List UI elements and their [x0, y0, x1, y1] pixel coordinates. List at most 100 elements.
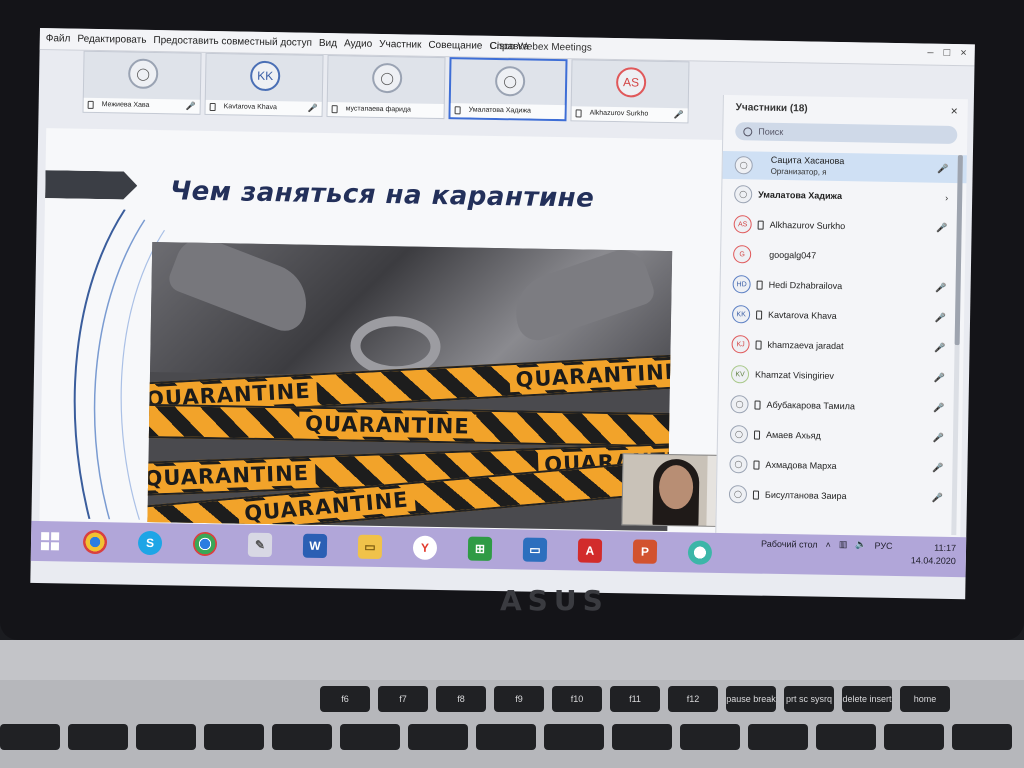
menu-view[interactable]: Вид — [319, 38, 337, 49]
participant-row[interactable]: ◯ Абубакарова Тамила 🎤 — [718, 389, 962, 423]
phone-icon — [575, 109, 582, 118]
participant-row[interactable]: ◯ Бисултанова Заира 🎤 — [717, 479, 961, 513]
asus-logo: ASUS — [500, 584, 609, 617]
phone-icon — [454, 106, 461, 115]
powerpoint-app[interactable]: P — [622, 533, 669, 570]
key-prtsc[interactable]: prt sc sysrq — [784, 686, 834, 712]
skype-app[interactable]: S — [127, 525, 174, 562]
key[interactable] — [0, 724, 60, 750]
desktop-toolbar[interactable]: Рабочий стол — [761, 538, 818, 549]
participant-row[interactable]: G googalg047 — [721, 239, 965, 273]
key-home[interactable]: home — [900, 686, 950, 712]
key[interactable] — [748, 724, 808, 750]
phone-icon — [757, 220, 764, 230]
chrome-icon — [192, 531, 218, 557]
explorer-app[interactable]: ▭ — [347, 528, 394, 565]
start-button[interactable] — [37, 528, 63, 554]
key-f11[interactable]: f11 — [610, 686, 660, 712]
key[interactable] — [544, 724, 604, 750]
tile-name: Kavtarova Khava — [223, 103, 278, 112]
participant-row[interactable]: KV Khamzat Visingiriev 🎤 — [719, 359, 963, 393]
mic-muted-icon[interactable]: 🎤 — [937, 163, 948, 174]
participant-row[interactable]: AS Alkhazurov Surkho 🎤 — [721, 209, 965, 243]
mic-muted-icon[interactable]: 🎤 — [933, 402, 944, 413]
phone-icon — [754, 400, 761, 410]
participant-row-host[interactable]: ◯ Сацита Хасанова Организатор, я 🎤 — [722, 150, 967, 184]
video-tile[interactable]: ◯ мустапаева фарида — [326, 55, 446, 120]
mic-muted-icon[interactable]: 🎤 — [935, 312, 946, 323]
chrome-canary-app[interactable] — [72, 524, 119, 561]
store-app[interactable]: ⊞ — [457, 530, 504, 567]
key[interactable] — [340, 724, 400, 750]
monitor-app[interactable]: ▭ — [512, 531, 559, 568]
key[interactable] — [612, 724, 672, 750]
key-pause[interactable]: pause break — [726, 686, 776, 712]
menu-audio[interactable]: Аудио — [344, 38, 372, 49]
chevron-right-icon[interactable]: › — [945, 193, 948, 203]
phone-icon — [753, 460, 760, 470]
key-f8[interactable]: f8 — [436, 686, 486, 712]
yandex-app[interactable]: Y — [402, 529, 449, 566]
key-f7[interactable]: f7 — [378, 686, 428, 712]
chrome-app[interactable] — [182, 526, 229, 563]
menu-share[interactable]: Предоставить совместный доступ — [153, 35, 312, 49]
language-indicator[interactable]: РУС — [875, 540, 893, 550]
key[interactable] — [680, 724, 740, 750]
mic-muted-icon[interactable]: 🎤 — [935, 282, 946, 293]
video-tile[interactable]: AS Alkhazurov Surkho 🎤 — [570, 59, 690, 124]
key-f9[interactable]: f9 — [494, 686, 544, 712]
key-delete[interactable]: delete insert — [842, 686, 892, 712]
key[interactable] — [884, 724, 944, 750]
maximize-icon[interactable]: □ — [944, 47, 951, 59]
participant-row[interactable]: KJ khamzaeva jaradat 🎤 — [719, 329, 963, 363]
mic-muted-icon[interactable]: 🎤 — [933, 432, 944, 443]
participants-panel: Участники (18) × Поиск ◯ Сацита Хасанова… — [715, 94, 968, 538]
key[interactable] — [952, 724, 1012, 750]
mic-muted-icon[interactable]: 🎤 — [934, 342, 945, 353]
avatar-initials: HD — [732, 275, 751, 294]
key[interactable] — [272, 724, 332, 750]
minimize-icon[interactable]: – — [927, 46, 933, 58]
chevron-up-icon[interactable]: ˄ — [826, 539, 831, 549]
paint-app[interactable]: ✎ — [237, 527, 284, 564]
menu-meeting[interactable]: Совещание — [428, 40, 482, 52]
participant-row[interactable]: KK Kavtarova Khava 🎤 — [720, 299, 964, 333]
menu-edit[interactable]: Редактировать — [77, 34, 146, 46]
video-tile-active-speaker[interactable]: ◯ Умалатова Хадижа — [448, 57, 568, 122]
menu-participant[interactable]: Участник — [379, 39, 421, 51]
key[interactable] — [204, 724, 264, 750]
video-tile[interactable]: KK Kavtarova Khava 🎤 — [204, 52, 324, 117]
participant-search-input[interactable]: Поиск — [735, 122, 958, 145]
word-app[interactable]: W — [292, 527, 339, 564]
network-icon[interactable]: ▥ — [839, 539, 848, 550]
video-strip: ◯ Межиева Хава 🎤 KK Kavtarova Khava 🎤 ◯ му… — [82, 50, 694, 124]
key[interactable] — [68, 724, 128, 750]
mic-muted-icon[interactable]: 🎤 — [936, 222, 947, 233]
key[interactable] — [476, 724, 536, 750]
key-f6[interactable]: f6 — [320, 686, 370, 712]
participant-row[interactable]: ◯ Амаев Ахьяд 🎤 — [718, 419, 962, 453]
close-panel-icon[interactable]: × — [951, 104, 958, 118]
mic-muted-icon: 🎤 — [185, 101, 196, 111]
key-f12[interactable]: f12 — [668, 686, 718, 712]
acrobat-app[interactable]: A — [567, 532, 614, 569]
clock[interactable]: 11:17 14.04.2020 — [911, 541, 956, 568]
video-tile[interactable]: ◯ Межиева Хава 🎤 — [82, 50, 202, 115]
shared-slide: Чем заняться на карантине QUARANTINE QUAR… — [39, 128, 749, 536]
mic-muted-icon[interactable]: 🎤 — [932, 462, 943, 473]
menu-file[interactable]: Файл — [46, 33, 71, 44]
participant-row[interactable]: ◯ Ахмадова Марха 🎤 — [717, 449, 961, 483]
key[interactable] — [136, 724, 196, 750]
key[interactable] — [408, 724, 468, 750]
volume-icon[interactable]: 🔈 — [855, 539, 866, 550]
webex-app[interactable] — [677, 534, 724, 571]
mic-muted-icon[interactable]: 🎤 — [934, 372, 945, 383]
participant-row[interactable]: HD Hedi Dzhabrailova 🎤 — [720, 269, 964, 303]
key-f10[interactable]: f10 — [552, 686, 602, 712]
key[interactable] — [816, 724, 876, 750]
chrome-icon — [82, 529, 108, 555]
tile-name: Умалатова Хадижа — [468, 106, 531, 115]
close-icon[interactable]: × — [960, 47, 967, 59]
mic-muted-icon[interactable]: 🎤 — [932, 492, 943, 503]
participant-row[interactable]: ◯ Умалатова Хадижа › — [722, 179, 966, 213]
